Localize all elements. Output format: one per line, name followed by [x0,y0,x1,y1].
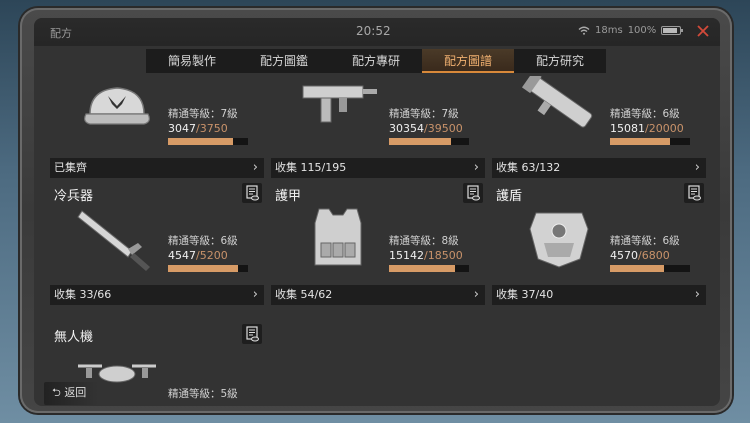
mastery-progress: 4570/6800 [610,249,670,262]
mastery-level: 精通等級：6級 [610,108,680,120]
shield-icon [514,203,604,273]
recipe-card-armor[interactable]: 護甲 精通等級：8級 15142/18500 收集 54/62 › [271,181,485,311]
view-details-icon[interactable] [684,183,704,203]
vest-icon [293,203,383,273]
smg-icon [293,76,383,146]
back-arrow-icon: ⮌ [52,386,61,399]
mastery-level: 精通等級：5級 [168,388,238,400]
mastery-progress: 15081/20000 [610,122,684,135]
mastery-progress: 4547/5200 [168,249,228,262]
recipe-card-shield[interactable]: 護盾 精通等級：6級 4570/6800 收集 37/40 › [492,181,706,311]
category-name: 護甲 [275,189,302,204]
recipe-panel: 配方 20:52 18ms 100% 簡易製作 配方圖鑑 配方專研 配方圖譜 配… [34,18,720,406]
mastery-progress: 3047/3750 [168,122,228,135]
chevron-right-icon: › [252,160,258,175]
mastery-level: 精通等級：7級 [389,108,459,120]
mastery-bar [168,138,248,145]
clock: 20:52 [356,24,391,38]
category-name: 無人機 [54,330,94,345]
mastery-level: 精通等級：8級 [389,235,459,247]
battery-icon [661,26,684,35]
collection-footer[interactable]: 收集 37/40 › [492,285,706,305]
collection-footer[interactable]: 收集 63/132 › [492,158,706,178]
mastery-level: 精通等級：6級 [168,235,238,247]
category-name: 冷兵器 [54,189,94,204]
recipe-card-headgear[interactable]: 精通等級：7級 3047/3750 已集齊 › [50,54,264,184]
mastery-level: 精通等級：6級 [610,235,680,247]
mastery-level: 精通等級：7級 [168,108,238,120]
chevron-right-icon: › [694,287,700,302]
view-details-icon[interactable] [463,183,483,203]
recipe-card-smg[interactable]: 精通等級：7級 30354/39500 收集 115/195 › [271,54,485,184]
chevron-right-icon: › [473,160,479,175]
top-bar: 配方 20:52 18ms 100% [34,18,720,46]
mastery-bar [610,265,690,272]
collection-footer[interactable]: 收集 54/62 › [271,285,485,305]
mastery-bar [389,265,469,272]
view-details-icon[interactable] [242,324,262,344]
wifi-icon [578,26,590,35]
blade-icon [72,203,162,273]
mastery-bar [389,138,469,145]
battery-text: 100% [627,25,657,36]
recipe-card-melee[interactable]: 冷兵器 精通等級：6級 4547/5200 收集 33/66 › [50,181,264,311]
back-button[interactable]: ⮌ 返回 [44,382,99,405]
category-name: 護盾 [496,189,523,204]
mastery-bar [168,265,248,272]
view-details-icon[interactable] [242,183,262,203]
close-icon[interactable] [694,22,712,40]
mastery-bar [610,138,690,145]
mastery-progress: 30354/39500 [389,122,463,135]
recipe-card-launcher[interactable]: 精通等級：6級 15081/20000 收集 63/132 › [492,54,706,184]
status-area: 18ms 100% [578,25,684,36]
back-label: 返回 [64,386,87,399]
collection-footer[interactable]: 收集 115/195 › [271,158,485,178]
collection-footer[interactable]: 已集齊 › [50,158,264,178]
ping-text: 18ms [595,25,623,36]
chevron-right-icon: › [694,160,700,175]
window-title: 配方 [50,27,72,40]
mastery-progress: 15142/18500 [389,249,463,262]
chevron-right-icon: › [252,287,258,302]
launcher-icon [514,71,604,146]
hat-icon [72,76,162,146]
collection-footer[interactable]: 收集 33/66 › [50,285,264,305]
chevron-right-icon: › [473,287,479,302]
